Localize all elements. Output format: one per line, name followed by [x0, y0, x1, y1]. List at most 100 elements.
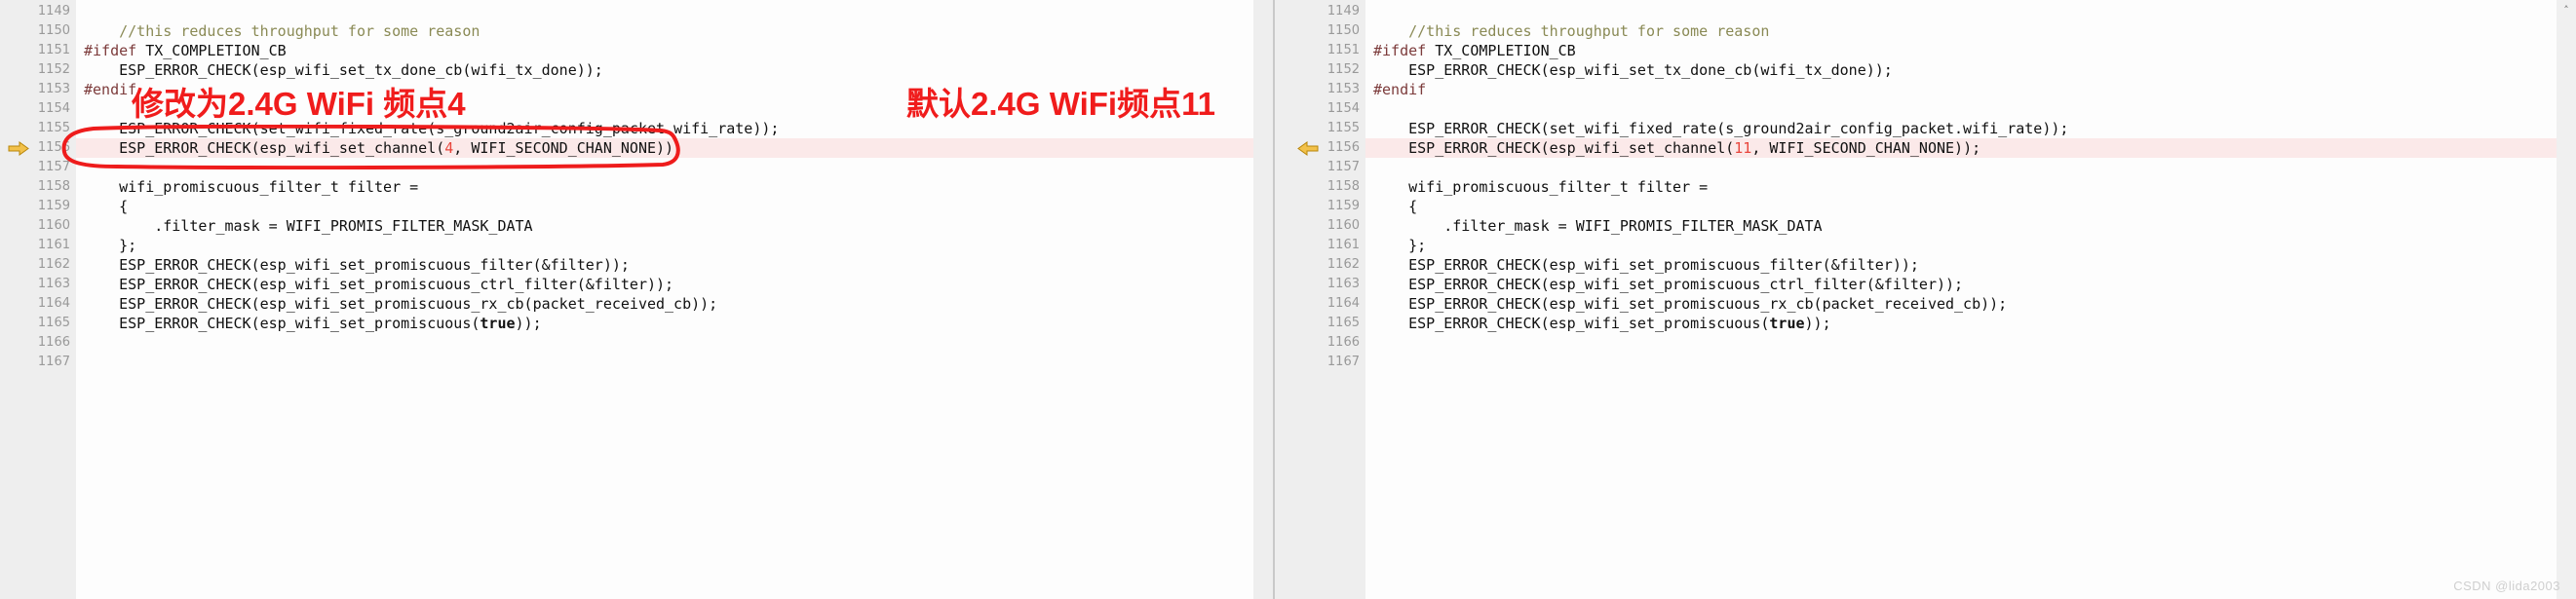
code-line-text: .filter_mask = WIFI_PROMIS_FILTER_MASK_D…	[76, 216, 532, 236]
code-line-row[interactable]: 1157	[1289, 158, 2576, 177]
code-line-text: //this reduces throughput for some reaso…	[1365, 21, 1769, 41]
line-number: 1159	[1289, 197, 1365, 216]
code-line-row[interactable]: 1153 #endif	[1289, 80, 2576, 99]
code-line-text: ESP_ERROR_CHECK(esp_wifi_set_channel(4, …	[76, 138, 683, 158]
code-line-text: ESP_ERROR_CHECK(esp_wifi_set_promiscuous…	[1365, 294, 2007, 314]
code-line-row[interactable]: 1155 ESP_ERROR_CHECK(set_wifi_fixed_rate…	[1289, 119, 2576, 138]
execution-marker-arrow-icon	[1297, 141, 1319, 156]
code-line-row[interactable]: 1155 ESP_ERROR_CHECK(set_wifi_fixed_rate…	[0, 119, 1253, 138]
code-token: TX_COMPLETION_CB	[1426, 42, 1576, 59]
code-line-row[interactable]: 1164 ESP_ERROR_CHECK(esp_wifi_set_promis…	[0, 294, 1253, 314]
code-line-text: ESP_ERROR_CHECK(esp_wifi_set_promiscuous…	[76, 294, 717, 314]
line-number: 1167	[1289, 353, 1365, 372]
code-token: 4	[444, 139, 454, 157]
code-line-row[interactable]: 1163 ESP_ERROR_CHECK(esp_wifi_set_promis…	[1289, 275, 2576, 294]
code-line-row[interactable]: 1166	[1289, 333, 2576, 353]
code-line-row[interactable]: 1149	[0, 2, 1253, 21]
code-token: #endif	[1373, 81, 1427, 98]
line-number: 1152	[0, 60, 76, 80]
code-line-text: };	[1365, 236, 1426, 255]
code-line-row[interactable]: 1166	[0, 333, 1253, 353]
code-token: ESP_ERROR_CHECK(esp_wifi_set_channel(	[1373, 139, 1735, 157]
code-line-row[interactable]: 1157	[0, 158, 1253, 177]
code-token: ESP_ERROR_CHECK(esp_wifi_set_promiscuous…	[84, 276, 674, 293]
line-number: 1163	[1289, 275, 1365, 294]
code-line-row[interactable]: 1160 .filter_mask = WIFI_PROMIS_FILTER_M…	[1289, 216, 2576, 236]
code-line-text: #ifdef TX_COMPLETION_CB	[76, 41, 287, 60]
code-line-row[interactable]: 1163 ESP_ERROR_CHECK(esp_wifi_set_promis…	[0, 275, 1253, 294]
code-line-text: {	[1365, 197, 1417, 216]
code-line-row[interactable]: 1156 ESP_ERROR_CHECK(esp_wifi_set_channe…	[1289, 138, 2576, 158]
code-token: , WIFI_SECOND_CHAN_NONE));	[453, 139, 683, 157]
line-number: 1155	[1289, 119, 1365, 138]
code-line-row[interactable]: 1167	[0, 353, 1253, 372]
code-line-row[interactable]: 1158 wifi_promiscuous_filter_t filter =	[0, 177, 1253, 197]
code-line-row[interactable]: 1158 wifi_promiscuous_filter_t filter =	[1289, 177, 2576, 197]
code-line-row[interactable]: 1152 ESP_ERROR_CHECK(esp_wifi_set_tx_don…	[1289, 60, 2576, 80]
code-line-text: #ifdef TX_COMPLETION_CB	[1365, 41, 1576, 60]
code-line-text: ESP_ERROR_CHECK(esp_wifi_set_promiscuous…	[76, 275, 673, 294]
code-line-row[interactable]: 1154	[0, 99, 1253, 119]
code-token: {	[84, 198, 129, 215]
code-token: ESP_ERROR_CHECK(esp_wifi_set_tx_done_cb(…	[84, 61, 603, 79]
modified-code-panel[interactable]: 1149 1150 //this reduces throughput for s…	[0, 0, 1253, 599]
line-number: 1157	[0, 158, 76, 177]
code-token: };	[1373, 237, 1427, 254]
code-line-row[interactable]: 1156 ESP_ERROR_CHECK(esp_wifi_set_channe…	[0, 138, 1253, 158]
line-number: 1155	[0, 119, 76, 138]
code-token: ESP_ERROR_CHECK(esp_wifi_set_promiscuous…	[1373, 276, 1964, 293]
code-line-row[interactable]: 1150 //this reduces throughput for some …	[0, 21, 1253, 41]
code-lines-left[interactable]: 1149 1150 //this reduces throughput for s…	[0, 0, 1253, 599]
code-line-row[interactable]: 1159 {	[1289, 197, 2576, 216]
line-number: 1157	[1289, 158, 1365, 177]
diff-comparison-screenshot: 1149 1150 //this reduces throughput for s…	[0, 0, 2576, 599]
code-line-row[interactable]: 1150 //this reduces throughput for some …	[1289, 21, 2576, 41]
line-number: 1153	[1289, 80, 1365, 99]
line-number: 1161	[0, 236, 76, 255]
code-line-row[interactable]: 1154	[1289, 99, 2576, 119]
code-token: wifi_promiscuous_filter_t filter =	[84, 178, 419, 196]
code-line-row[interactable]: 1162 ESP_ERROR_CHECK(esp_wifi_set_promis…	[1289, 255, 2576, 275]
line-number: 1166	[1289, 333, 1365, 353]
line-number: 1165	[0, 314, 76, 333]
code-line-row[interactable]: 1164 ESP_ERROR_CHECK(esp_wifi_set_promis…	[1289, 294, 2576, 314]
code-token: ESP_ERROR_CHECK(set_wifi_fixed_rate(s_gr…	[84, 120, 780, 137]
code-line-row[interactable]: 1159 {	[0, 197, 1253, 216]
code-line-text: ESP_ERROR_CHECK(esp_wifi_set_promiscuous…	[76, 255, 630, 275]
vertical-scrollbar-right[interactable]: ˄	[2557, 0, 2576, 599]
code-token: 11	[1734, 139, 1752, 157]
code-lines-right[interactable]: 1149 1150 //this reduces throughput for s…	[1289, 0, 2576, 599]
code-line-row[interactable]: 1152 ESP_ERROR_CHECK(esp_wifi_set_tx_don…	[0, 60, 1253, 80]
code-line-text: //this reduces throughput for some reaso…	[76, 21, 480, 41]
code-token: ));	[515, 315, 542, 332]
line-number: 1154	[1289, 99, 1365, 119]
code-line-text: wifi_promiscuous_filter_t filter =	[1365, 177, 1708, 197]
line-number: 1165	[1289, 314, 1365, 333]
line-number: 1158	[0, 177, 76, 197]
code-line-row[interactable]: 1153 #endif	[0, 80, 1253, 99]
scroll-up-chevron-icon[interactable]: ˄	[2557, 2, 2576, 19]
code-line-row[interactable]: 1165 ESP_ERROR_CHECK(esp_wifi_set_promis…	[1289, 314, 2576, 333]
code-line-text: #endif	[76, 80, 136, 99]
code-line-row[interactable]: 1167	[1289, 353, 2576, 372]
line-number: 1166	[0, 333, 76, 353]
code-line-text: ESP_ERROR_CHECK(esp_wifi_set_tx_done_cb(…	[1365, 60, 1893, 80]
code-line-text: ESP_ERROR_CHECK(esp_wifi_set_promiscuous…	[1365, 314, 1831, 333]
code-line-row[interactable]: 1161 };	[1289, 236, 2576, 255]
line-number: 1154	[0, 99, 76, 119]
code-line-row[interactable]: 1151 #ifdef TX_COMPLETION_CB	[1289, 41, 2576, 60]
execution-marker-arrow-icon	[8, 141, 29, 156]
code-line-row[interactable]: 1149	[1289, 2, 2576, 21]
panel-divider[interactable]	[1273, 0, 1275, 599]
default-code-panel[interactable]: 1149 1150 //this reduces throughput for s…	[1289, 0, 2576, 599]
code-line-row[interactable]: 1151 #ifdef TX_COMPLETION_CB	[0, 41, 1253, 60]
code-token: , WIFI_SECOND_CHAN_NONE));	[1751, 139, 1981, 157]
code-token: //this reduces throughput for some reaso…	[1408, 22, 1770, 40]
code-line-row[interactable]: 1161 };	[0, 236, 1253, 255]
code-line-row[interactable]: 1165 ESP_ERROR_CHECK(esp_wifi_set_promis…	[0, 314, 1253, 333]
code-line-row[interactable]: 1160 .filter_mask = WIFI_PROMIS_FILTER_M…	[0, 216, 1253, 236]
code-line-row[interactable]: 1162 ESP_ERROR_CHECK(esp_wifi_set_promis…	[0, 255, 1253, 275]
line-number: 1151	[0, 41, 76, 60]
